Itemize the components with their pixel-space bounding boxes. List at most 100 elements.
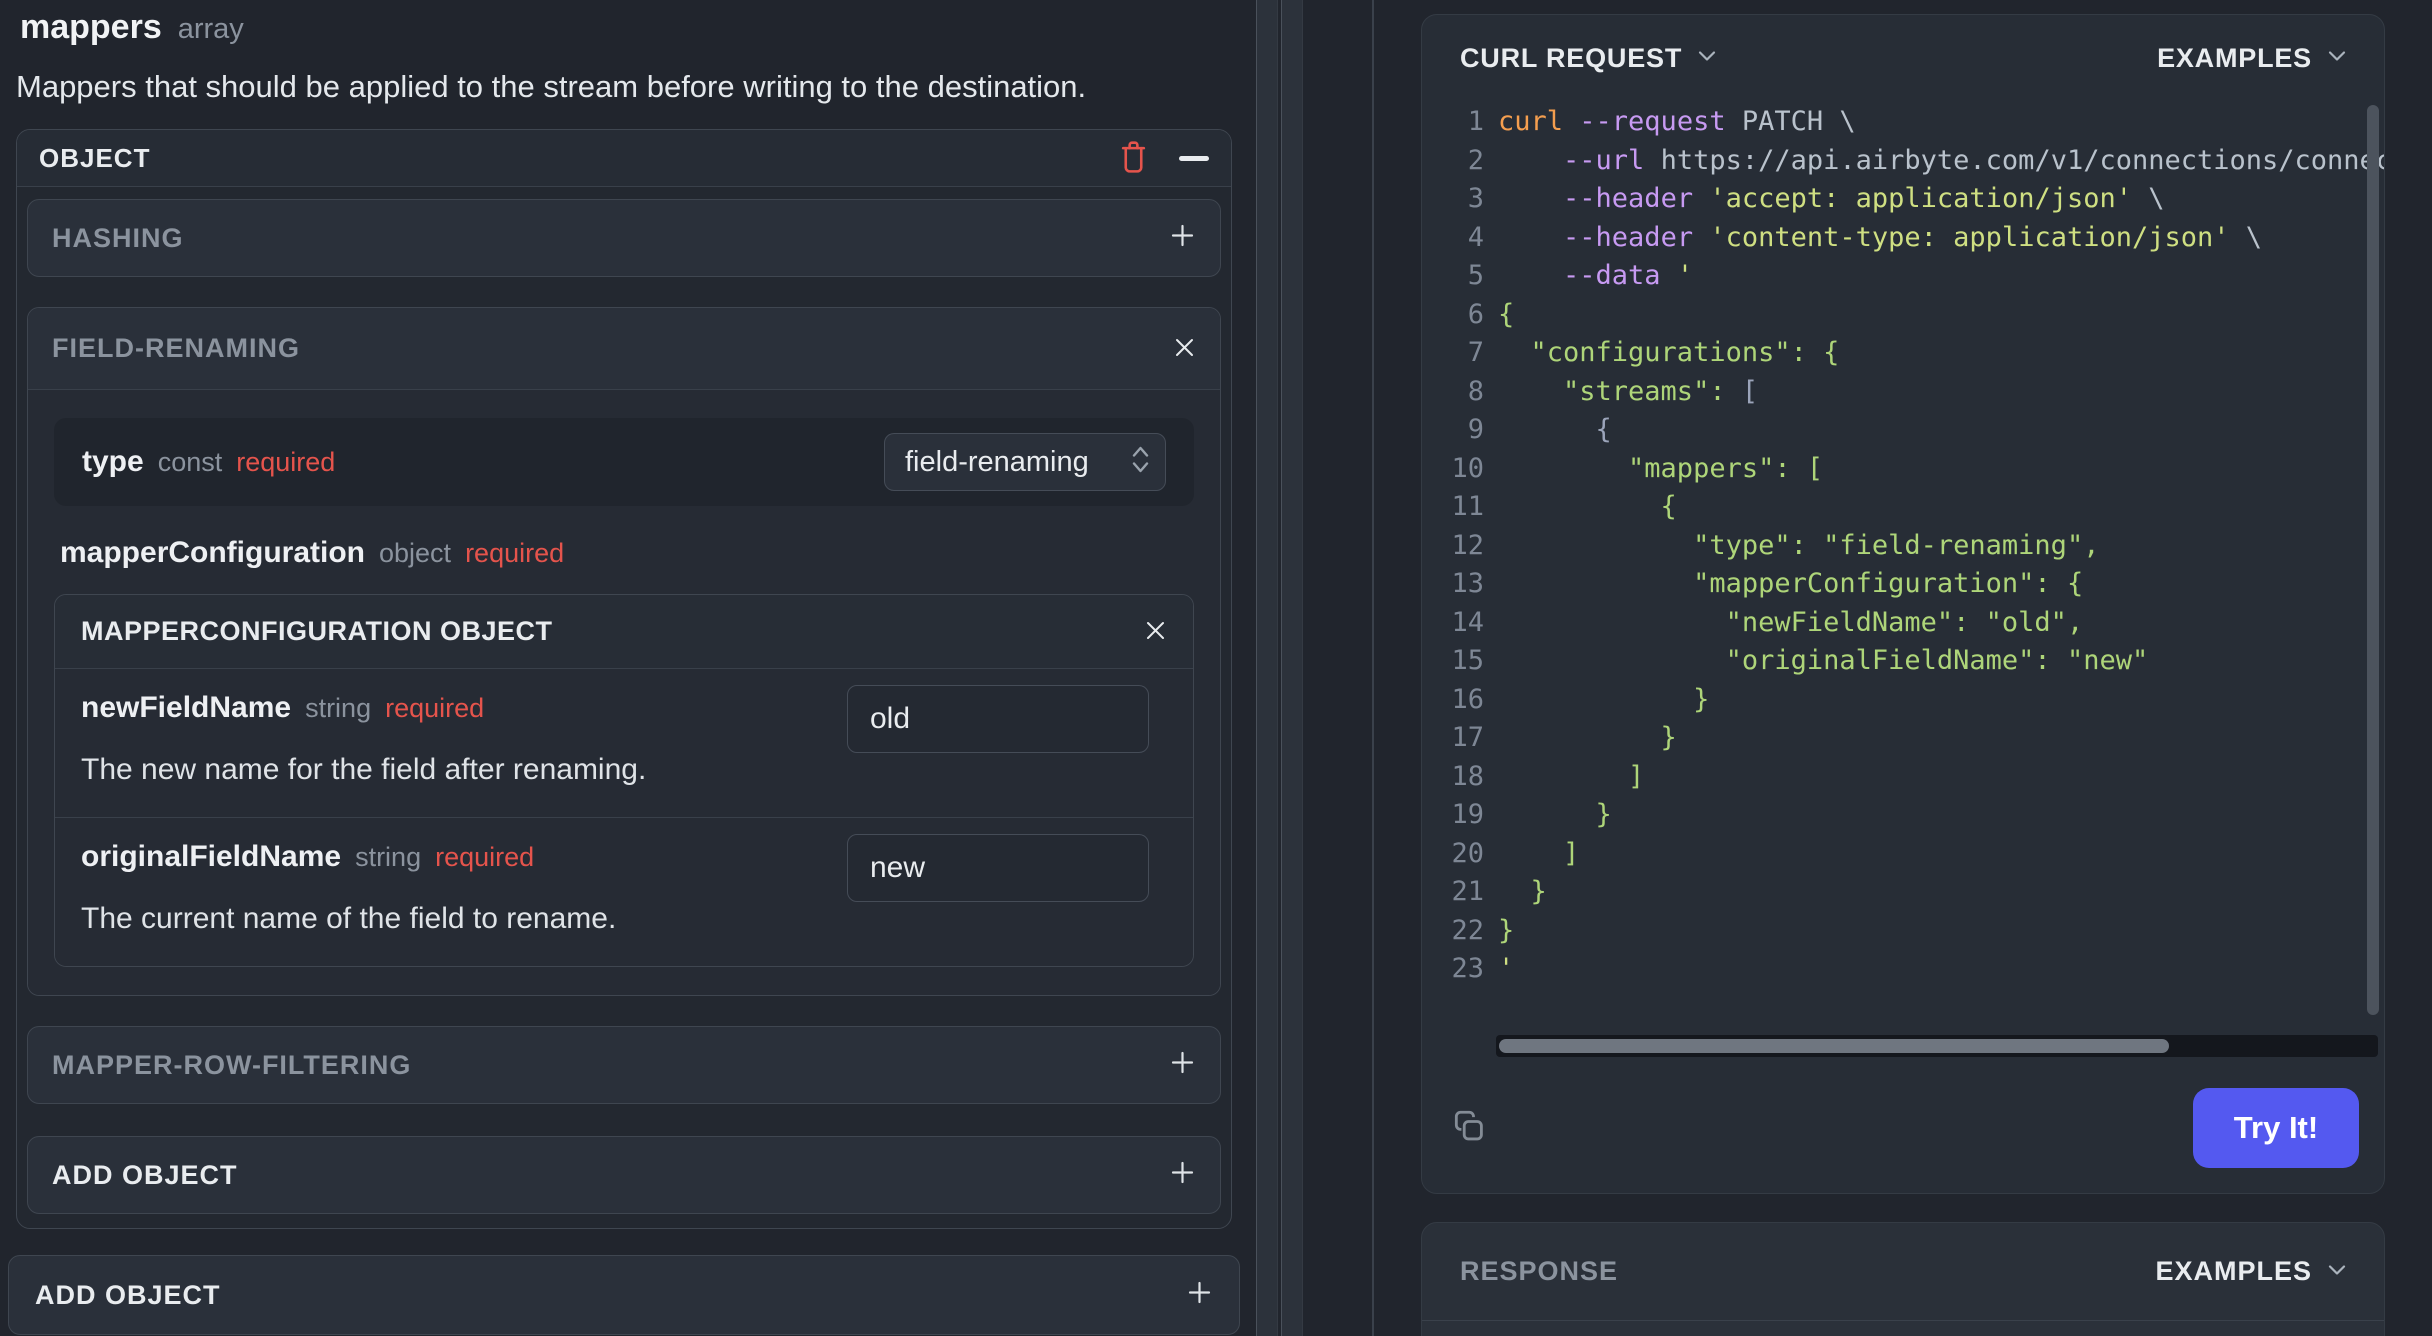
type-select-value: field-renaming xyxy=(905,445,1089,478)
code-line: 6{ xyxy=(1467,298,1515,330)
mapper-configuration-label-row: mapperConfiguration object required xyxy=(60,536,1194,570)
curl-card-header: CURL REQUEST EXAMPLES xyxy=(1422,15,2384,101)
code-lines: 1 curl --request PATCH \ 2 --url https://a… xyxy=(1448,103,2384,991)
object-panel-body: HASHING FIELD-RENAMING type const requir… xyxy=(17,187,1231,1228)
code-line: 23 ' xyxy=(1451,953,1515,984)
left-panel-scrollbar[interactable] xyxy=(1256,0,1278,1336)
copy-icon xyxy=(1452,1108,1486,1149)
code-line: 5 --data ' xyxy=(1467,260,1694,291)
code-line: 1 curl --request PATCH \ xyxy=(1467,106,1856,137)
curl-examples-label: EXAMPLES xyxy=(2157,42,2312,73)
code-horizontal-scrollbar-thumb[interactable] xyxy=(1499,1039,2170,1053)
new-field-name-description: The new name for the field after renamin… xyxy=(81,753,647,786)
response-examples-dropdown[interactable]: EXAMPLES xyxy=(2155,1256,2346,1287)
code-line: 10 "mappers": [ xyxy=(1451,452,1824,484)
trash-icon xyxy=(1118,139,1149,177)
type-required-badge: required xyxy=(236,447,336,477)
close-icon xyxy=(1173,336,1196,362)
property-type: array xyxy=(177,13,244,45)
code-line: 2 --url https://api.airbyte.com/v1/conne… xyxy=(1467,144,2384,176)
mapper-configuration-meta: object xyxy=(379,538,452,568)
add-object-button-outer[interactable]: ADD OBJECT xyxy=(8,1255,1240,1335)
original-field-name-input[interactable] xyxy=(847,834,1149,902)
close-field-renaming-button[interactable] xyxy=(1173,336,1196,362)
response-card-header: RESPONSE EXAMPLES xyxy=(1422,1223,2384,1321)
type-name: type xyxy=(82,445,144,478)
plus-icon xyxy=(1169,1159,1196,1191)
mapper-configuration-panel-header: MAPPERCONFIGURATION OBJECT xyxy=(55,595,1193,669)
mapper-configuration-required-badge: required xyxy=(465,538,565,568)
property-name: mappers xyxy=(20,8,162,46)
type-property-row: type const required field-renaming xyxy=(54,418,1194,506)
code-line: 22} xyxy=(1451,914,1515,946)
response-card: RESPONSE EXAMPLES xyxy=(1421,1222,2385,1336)
code-line: 9 { xyxy=(1467,414,1612,445)
code-line: 15 "originalFieldName": "new" xyxy=(1451,645,2149,676)
new-field-name-label: newFieldName xyxy=(81,691,292,724)
mapper-configuration-name: mapperConfiguration xyxy=(60,536,365,569)
add-object-outer-label: ADD OBJECT xyxy=(35,1279,221,1310)
chevron-down-icon xyxy=(2328,1263,2346,1281)
add-object-button-inner[interactable]: ADD OBJECT xyxy=(27,1136,1221,1214)
delete-object-button[interactable] xyxy=(1118,139,1149,177)
code-line: 14 "newFieldName": "old", xyxy=(1451,606,2084,638)
code-line: 21 } xyxy=(1451,876,1547,907)
code-line: 18 ] xyxy=(1451,760,1645,792)
code-line: 8 "streams": [ xyxy=(1467,375,1759,407)
new-field-name-input[interactable] xyxy=(847,685,1149,753)
try-it-button[interactable]: Try It! xyxy=(2193,1088,2359,1168)
curl-request-title: CURL REQUEST xyxy=(1460,42,1683,73)
response-title: RESPONSE xyxy=(1460,1256,1619,1286)
close-mapper-configuration-button[interactable] xyxy=(1144,619,1167,645)
object-panel: OBJECT HASHING FIELD-RENAMING type const… xyxy=(16,129,1232,1229)
chevron-down-icon xyxy=(1698,49,1716,67)
original-field-name-required-badge: required xyxy=(435,842,535,872)
field-renaming-body: type const required field-renaming mappe… xyxy=(28,390,1220,995)
original-field-name-type: string xyxy=(355,842,422,872)
code-line: 19 } xyxy=(1451,799,1612,830)
code-line: 11 { xyxy=(1451,491,1677,522)
response-card-body xyxy=(1422,1321,2384,1336)
code-vertical-scrollbar[interactable] xyxy=(2367,105,2379,1015)
select-chevrons-icon xyxy=(1130,443,1151,481)
plus-icon xyxy=(1169,1049,1196,1081)
code-line: 12 "type": "field-renaming", xyxy=(1451,529,2100,561)
mapper-configuration-panel: MAPPERCONFIGURATION OBJECT newFieldName … xyxy=(54,594,1194,967)
original-field-name-label: originalFieldName xyxy=(81,840,342,873)
minus-icon xyxy=(1179,155,1209,161)
code-line: 7 "configurations": { xyxy=(1467,337,1840,368)
new-field-name-row: newFieldName string required The new nam… xyxy=(55,669,1193,817)
code-line: 13 "mapperConfiguration": { xyxy=(1451,568,2084,599)
column-divider xyxy=(1372,0,1374,1336)
add-object-inner-label: ADD OBJECT xyxy=(52,1159,238,1190)
mapper-row-filtering-label: MAPPER-ROW-FILTERING xyxy=(52,1049,412,1080)
page-scrollbar[interactable] xyxy=(1281,0,1303,1336)
code-block: 1 curl --request PATCH \ 2 --url https://a… xyxy=(1422,101,2384,1063)
code-line: 4 --header 'content-type: application/js… xyxy=(1467,221,2263,253)
new-field-name-required-badge: required xyxy=(385,693,485,723)
original-field-name-description: The current name of the field to rename. xyxy=(81,902,617,935)
collapse-object-button[interactable] xyxy=(1179,155,1209,161)
property-description: Mappers that should be applied to the st… xyxy=(16,69,1087,104)
hashing-label: HASHING xyxy=(52,222,184,253)
type-select[interactable]: field-renaming xyxy=(884,433,1166,491)
code-horizontal-scrollbar[interactable] xyxy=(1496,1035,2378,1057)
copy-code-button[interactable] xyxy=(1452,1108,1486,1149)
chevron-down-icon xyxy=(2328,49,2346,67)
code-line: 20 ] xyxy=(1451,837,1580,869)
plus-icon xyxy=(1186,1279,1213,1311)
mapper-configuration-panel-title: MAPPERCONFIGURATION OBJECT xyxy=(81,616,553,646)
hashing-section[interactable]: HASHING xyxy=(27,199,1221,277)
curl-request-card: CURL REQUEST EXAMPLES 1 curl --request PA… xyxy=(1421,14,2385,1194)
curl-examples-dropdown[interactable]: EXAMPLES xyxy=(2157,43,2346,74)
field-renaming-header: FIELD-RENAMING xyxy=(28,308,1220,390)
type-meta: const xyxy=(157,447,223,477)
response-examples-label: EXAMPLES xyxy=(2155,1256,2312,1286)
original-field-name-row: originalFieldName string required The cu… xyxy=(55,817,1193,966)
object-panel-title: OBJECT xyxy=(39,142,151,173)
curl-request-dropdown[interactable]: CURL REQUEST xyxy=(1460,43,1716,74)
new-field-name-type: string xyxy=(305,693,372,723)
code-line: 17 } xyxy=(1451,722,1677,753)
code-line: 3 --header 'accept: application/json' \ xyxy=(1467,183,2165,214)
mapper-row-filtering-section[interactable]: MAPPER-ROW-FILTERING xyxy=(27,1026,1221,1104)
